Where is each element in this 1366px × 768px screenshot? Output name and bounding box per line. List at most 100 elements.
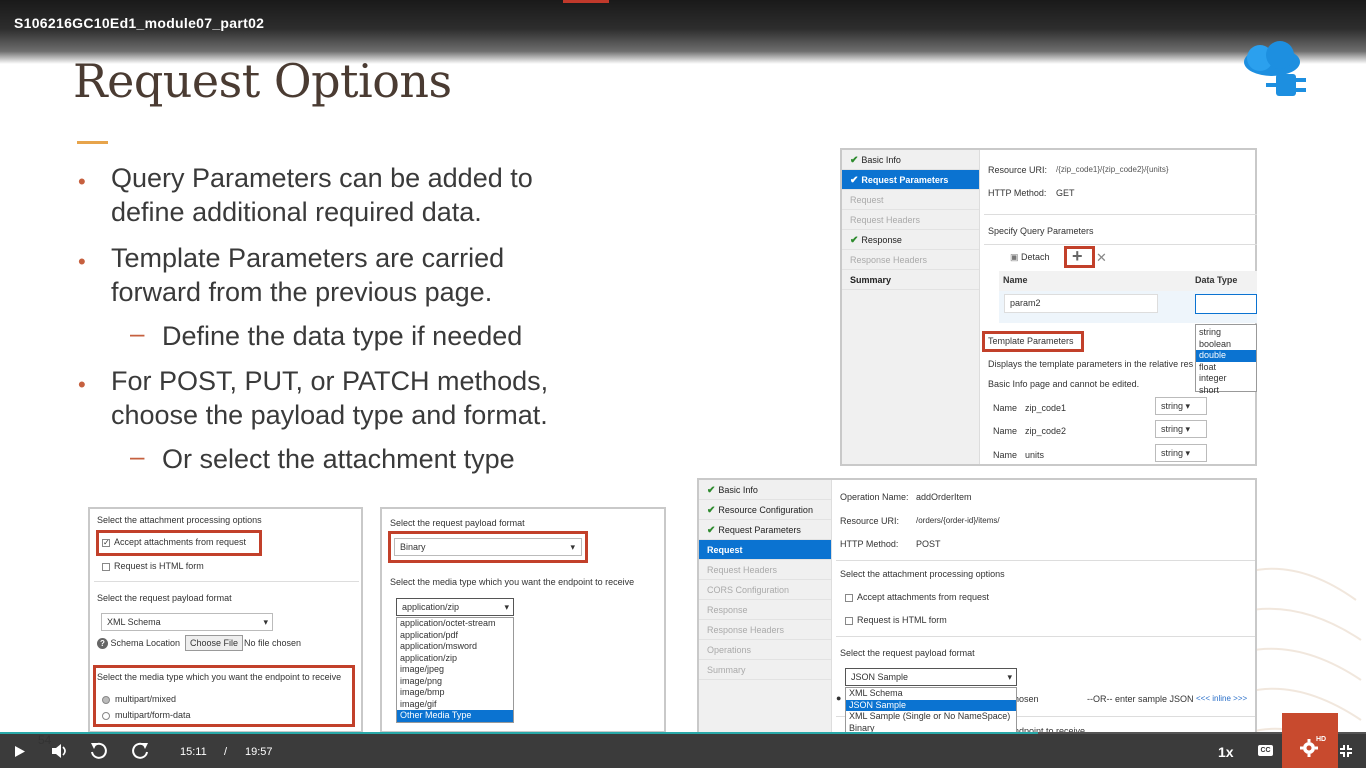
- bullet-dot: •: [78, 249, 86, 274]
- sidebar-item-response-headers[interactable]: Response Headers: [842, 250, 979, 270]
- payload-format-dropdown[interactable]: XML Schema JSON Sample XML Sample (Singl…: [845, 687, 1017, 732]
- sub-bullet-text: Define the data type if needed: [162, 321, 523, 351]
- operation-name-value: addOrderItem: [916, 492, 972, 502]
- operation-name-label: Operation Name:: [840, 492, 909, 502]
- or-sample-json-text: --OR-- enter sample JSON: [1087, 694, 1194, 704]
- dropdown-option-selected[interactable]: Other Media Type: [397, 710, 513, 722]
- current-time: 15:11: [180, 746, 207, 758]
- choose-file-button[interactable]: Choose File: [185, 635, 244, 651]
- payload-format-select[interactable]: XML Schema ▾: [101, 613, 273, 631]
- sidebar-item-basic-info[interactable]: ✔ Basic Info: [699, 480, 831, 500]
- accept-attachments-checkbox[interactable]: ✓ Accept attachments from request: [102, 537, 246, 547]
- dropdown-option[interactable]: image/bmp: [397, 687, 513, 699]
- dropdown-option[interactable]: application/zip: [397, 653, 513, 665]
- dropdown-option-selected[interactable]: double: [1196, 350, 1256, 362]
- dropdown-option[interactable]: boolean: [1196, 339, 1256, 351]
- data-type-select[interactable]: [1195, 294, 1257, 314]
- media-type-select[interactable]: application/zip ▾: [396, 598, 514, 616]
- sidebar-item-summary[interactable]: Summary: [699, 660, 831, 680]
- sidebar-item-operations[interactable]: Operations: [699, 640, 831, 660]
- dropdown-option[interactable]: XML Sample (Single or No NameSpace): [846, 711, 1016, 723]
- dropdown-option[interactable]: image/gif: [397, 699, 513, 711]
- query-parameters-panel: ✔ Basic Info ✔ Request Parameters Request …: [840, 148, 1257, 466]
- sidebar-item-request[interactable]: Request: [842, 190, 979, 210]
- fullscreen-icon[interactable]: [1339, 744, 1353, 758]
- param-name-input[interactable]: param2: [1004, 294, 1158, 313]
- bullet-dot: •: [78, 372, 86, 397]
- dropdown-option[interactable]: image/png: [397, 676, 513, 688]
- template-type-select[interactable]: string ▾: [1155, 444, 1207, 462]
- sub-bullet-text: Or select the attachment type: [162, 444, 515, 474]
- media-type-dropdown[interactable]: application/octet-stream application/pdf…: [396, 617, 514, 723]
- replay-icon[interactable]: [89, 741, 109, 761]
- sidebar-item-response-headers[interactable]: Response Headers: [699, 620, 831, 640]
- sidebar-item-request-parameters[interactable]: ✔ Request Parameters: [699, 520, 831, 540]
- sidebar-item-request-parameters[interactable]: ✔ Request Parameters: [842, 170, 979, 190]
- sub-bullet-dash: –: [130, 441, 145, 471]
- resource-uri-label: Resource URI:: [840, 516, 900, 526]
- divider: [94, 581, 359, 582]
- divider: [836, 560, 1255, 561]
- radio[interactable]: [102, 711, 110, 720]
- sidebar-item-cors-configuration[interactable]: CORS Configuration: [699, 580, 831, 600]
- template-type-select[interactable]: string ▾: [1155, 420, 1207, 438]
- sidebar-item-response[interactable]: Response: [699, 600, 831, 620]
- sidebar-item-request-headers[interactable]: Request Headers: [842, 210, 979, 230]
- forward-icon[interactable]: [130, 741, 150, 761]
- title-accent-line: [77, 141, 108, 144]
- check-icon: ✔: [707, 505, 716, 516]
- playback-speed-button[interactable]: 1x: [1218, 744, 1234, 760]
- top-red-marker: [563, 0, 609, 3]
- checkbox[interactable]: [845, 616, 853, 625]
- no-file-label: No file chosen: [244, 638, 302, 648]
- dropdown-option-selected[interactable]: JSON Sample: [846, 699, 1016, 711]
- check-icon: ✔: [707, 525, 716, 536]
- checkbox[interactable]: [845, 593, 853, 602]
- radio-selected[interactable]: [102, 695, 110, 704]
- dropdown-option[interactable]: short: [1196, 385, 1256, 397]
- sidebar-item-request[interactable]: Request: [699, 540, 831, 560]
- http-method-label: HTTP Method:: [840, 539, 899, 549]
- sidebar-item-basic-info[interactable]: ✔ Basic Info: [842, 150, 979, 170]
- divider: [836, 636, 1255, 637]
- html-form-checkbox[interactable]: Request is HTML form: [102, 561, 204, 571]
- dropdown-option[interactable]: string: [1196, 327, 1256, 339]
- add-icon[interactable]: +: [1072, 246, 1083, 267]
- sidebar-item-request-headers[interactable]: Request Headers: [699, 560, 831, 580]
- payload-format-select[interactable]: Binary ▾: [394, 538, 582, 556]
- play-icon[interactable]: [14, 745, 26, 758]
- radio-multipart-mixed[interactable]: multipart/mixed: [102, 694, 176, 704]
- inline-link[interactable]: <<< inline >>>: [1196, 694, 1247, 703]
- divider: [984, 214, 1257, 215]
- data-type-dropdown[interactable]: string boolean double float integer shor…: [1195, 324, 1257, 395]
- template-desc: Displays the template parameters in the …: [988, 359, 1194, 369]
- settings-button[interactable]: HD: [1282, 713, 1338, 768]
- dropdown-option[interactable]: float: [1196, 362, 1256, 374]
- radio-fragment[interactable]: ●: [836, 693, 841, 703]
- checkbox[interactable]: [102, 562, 110, 571]
- checkbox-checked[interactable]: ✓: [102, 538, 110, 547]
- volume-icon[interactable]: [51, 743, 69, 759]
- help-icon[interactable]: ?: [97, 638, 108, 649]
- html-form-checkbox[interactable]: Request is HTML form: [845, 615, 947, 625]
- dropdown-option[interactable]: integer: [1196, 373, 1256, 385]
- detach-button[interactable]: ▣ Detach: [1010, 252, 1050, 263]
- payload-format-select[interactable]: JSON Sample ▾: [845, 668, 1017, 686]
- dropdown-option[interactable]: image/jpeg: [397, 664, 513, 676]
- delete-icon[interactable]: ✕: [1096, 250, 1107, 266]
- sidebar-item-summary[interactable]: Summary: [842, 270, 979, 290]
- dropdown-option[interactable]: XML Schema: [846, 688, 1016, 700]
- accept-attachments-checkbox[interactable]: Accept attachments from request: [845, 592, 989, 602]
- template-desc: Basic Info page and cannot be edited.: [988, 379, 1140, 389]
- divider: [984, 244, 1257, 245]
- sidebar-item-response[interactable]: ✔ Response: [842, 230, 979, 250]
- captions-icon[interactable]: CC: [1258, 745, 1273, 756]
- dropdown-option[interactable]: application/pdf: [397, 630, 513, 642]
- media-type-title: Select the media type which you want the…: [390, 577, 635, 587]
- template-type-select[interactable]: string ▾: [1155, 397, 1207, 415]
- schema-location-row: ? Schema Location: [97, 638, 180, 649]
- radio-multipart-form-data[interactable]: multipart/form-data: [102, 710, 191, 720]
- dropdown-option[interactable]: application/msword: [397, 641, 513, 653]
- sidebar-item-resource-configuration[interactable]: ✔ Resource Configuration: [699, 500, 831, 520]
- dropdown-option[interactable]: application/octet-stream: [397, 618, 513, 630]
